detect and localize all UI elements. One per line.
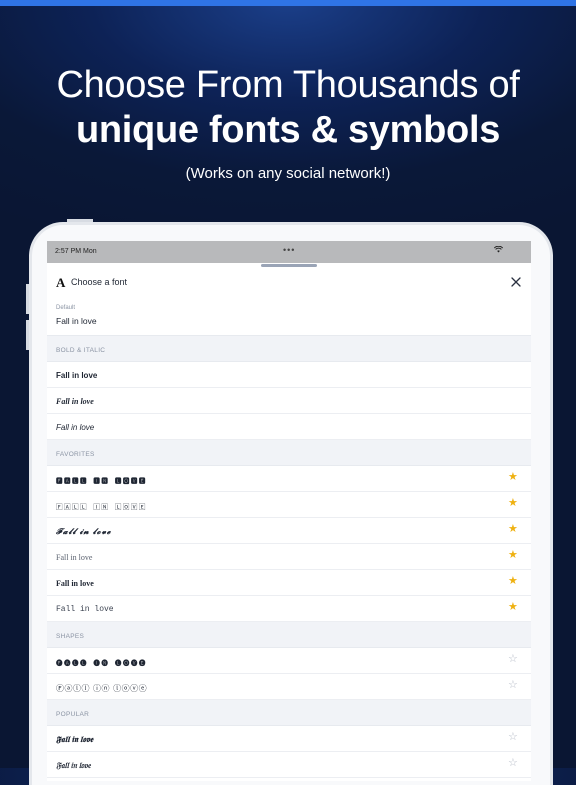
device-side-button — [67, 219, 93, 222]
wifi-icon — [493, 245, 504, 255]
status-time: 2:57 PM Mon — [55, 248, 97, 255]
device-volume-down — [26, 320, 29, 350]
section-favorites: FAVORITES — [47, 440, 531, 466]
star-filled-icon[interactable]: ★ — [508, 576, 518, 587]
sheet-header: A Choose a font — [47, 263, 531, 301]
font-icon: A — [56, 275, 66, 290]
font-row[interactable]: 𝔉𝔞𝔩𝔩 𝔦𝔫 𝔩𝔬𝔳𝔢 ☆ — [47, 752, 531, 778]
font-row[interactable]: 𝓕𝓪𝓵𝓵 𝓲𝓷 𝓵𝓸𝓿𝓮 ★ — [47, 518, 531, 544]
font-sample: 𝕱𝖆𝖑𝖑 𝖎𝖓 𝖑𝖔𝖛𝖊 — [56, 735, 94, 744]
sheet-title: Choose a font — [71, 277, 128, 287]
section-label: POPULAR — [56, 711, 90, 718]
font-row[interactable]: Fall in love — [47, 414, 531, 440]
star-outline-icon[interactable]: ☆ — [508, 758, 518, 769]
promo-headline-line2: unique fonts & symbols — [75, 109, 501, 151]
promo-headline-line1: Choose From Thousands of — [56, 64, 520, 106]
font-row[interactable]: Ⓕⓐⓛⓛ ⓘⓝ ⓛⓞⓥⓔ ☆ — [47, 674, 531, 700]
star-filled-icon[interactable]: ★ — [508, 550, 518, 561]
default-label: Default — [56, 305, 76, 311]
font-row[interactable]: 🅕🅐🅛🅛 🅘🅝 🅛🅞🅥🅔 ☆ — [47, 648, 531, 674]
section-label: BOLD & ITALIC — [56, 347, 106, 354]
font-sample: 🅕🅐🅛🅛 🅘🅝 🅛🅞🅥🅔 — [56, 659, 147, 667]
font-row[interactable]: 𝕱𝖆𝖑𝖑 𝖎𝖓 𝖑𝖔𝖛𝖊 ☆ — [47, 726, 531, 752]
font-row[interactable]: Fall in love ★ — [47, 596, 531, 622]
star-outline-icon[interactable]: ☆ — [508, 732, 518, 743]
star-filled-icon[interactable]: ★ — [508, 472, 518, 483]
default-text-field[interactable]: Default Fall in love — [47, 301, 531, 336]
star-outline-icon[interactable]: ☆ — [508, 680, 518, 691]
star-filled-icon[interactable]: ★ — [508, 602, 518, 613]
font-row[interactable]: 🅵🅰🅻🅻 🅸🅽 🅻🅾🆅🅴 ★ — [47, 466, 531, 492]
star-filled-icon[interactable]: ★ — [508, 498, 518, 509]
font-sample: Ⓕⓐⓛⓛ ⓘⓝ ⓛⓞⓥⓔ — [56, 684, 148, 693]
font-sample: 🅵🅰🅻🅻 🅸🅽 🅻🅾🆅🅴 — [56, 477, 147, 485]
font-sample: 𝔉𝔞𝔩𝔩 𝔦𝔫 𝔩𝔬𝔳𝔢 — [56, 761, 91, 770]
app-screen: 2:57 PM Mon ••• A Choose a font Default … — [47, 241, 531, 781]
font-sample: Fall in love — [56, 605, 114, 614]
font-sample: Fall in love — [56, 423, 95, 432]
font-row[interactable]: Fall in love — [47, 362, 531, 388]
font-row[interactable]: Fall in love — [47, 388, 531, 414]
default-value: Fall in love — [56, 316, 97, 326]
font-sample: 🄵🄰🄻🄻 🄸🄽 🄻🄾🅅🄴 — [56, 503, 147, 511]
font-row[interactable]: 🄵🄰🄻🄻 🄸🄽 🄻🄾🅅🄴 ★ — [47, 492, 531, 518]
section-label: SHAPES — [56, 633, 85, 640]
status-bar: 2:57 PM Mon ••• — [47, 241, 531, 263]
device-volume-up — [26, 284, 29, 314]
star-filled-icon[interactable]: ★ — [508, 524, 518, 535]
section-bold-italic: BOLD & ITALIC — [47, 336, 531, 362]
top-accent-bar — [0, 0, 576, 6]
font-sample: Fall in love — [56, 579, 94, 588]
section-popular: POPULAR — [47, 700, 531, 726]
font-sample: Fall in love — [56, 397, 94, 406]
close-icon[interactable] — [509, 275, 523, 289]
font-row[interactable]: Fall in love ★ — [47, 570, 531, 596]
font-sample: Fall in love — [56, 371, 98, 380]
font-row[interactable]: Fall in love ★ — [47, 544, 531, 570]
promo-subheadline: (Works on any social network!) — [185, 165, 391, 182]
multitasking-dots[interactable]: ••• — [283, 245, 295, 255]
font-sample: Fall in love — [56, 553, 93, 562]
star-outline-icon[interactable]: ☆ — [508, 654, 518, 665]
section-label: FAVORITES — [56, 451, 95, 458]
font-sample: 𝓕𝓪𝓵𝓵 𝓲𝓷 𝓵𝓸𝓿𝓮 — [56, 527, 112, 536]
section-shapes: SHAPES — [47, 622, 531, 648]
